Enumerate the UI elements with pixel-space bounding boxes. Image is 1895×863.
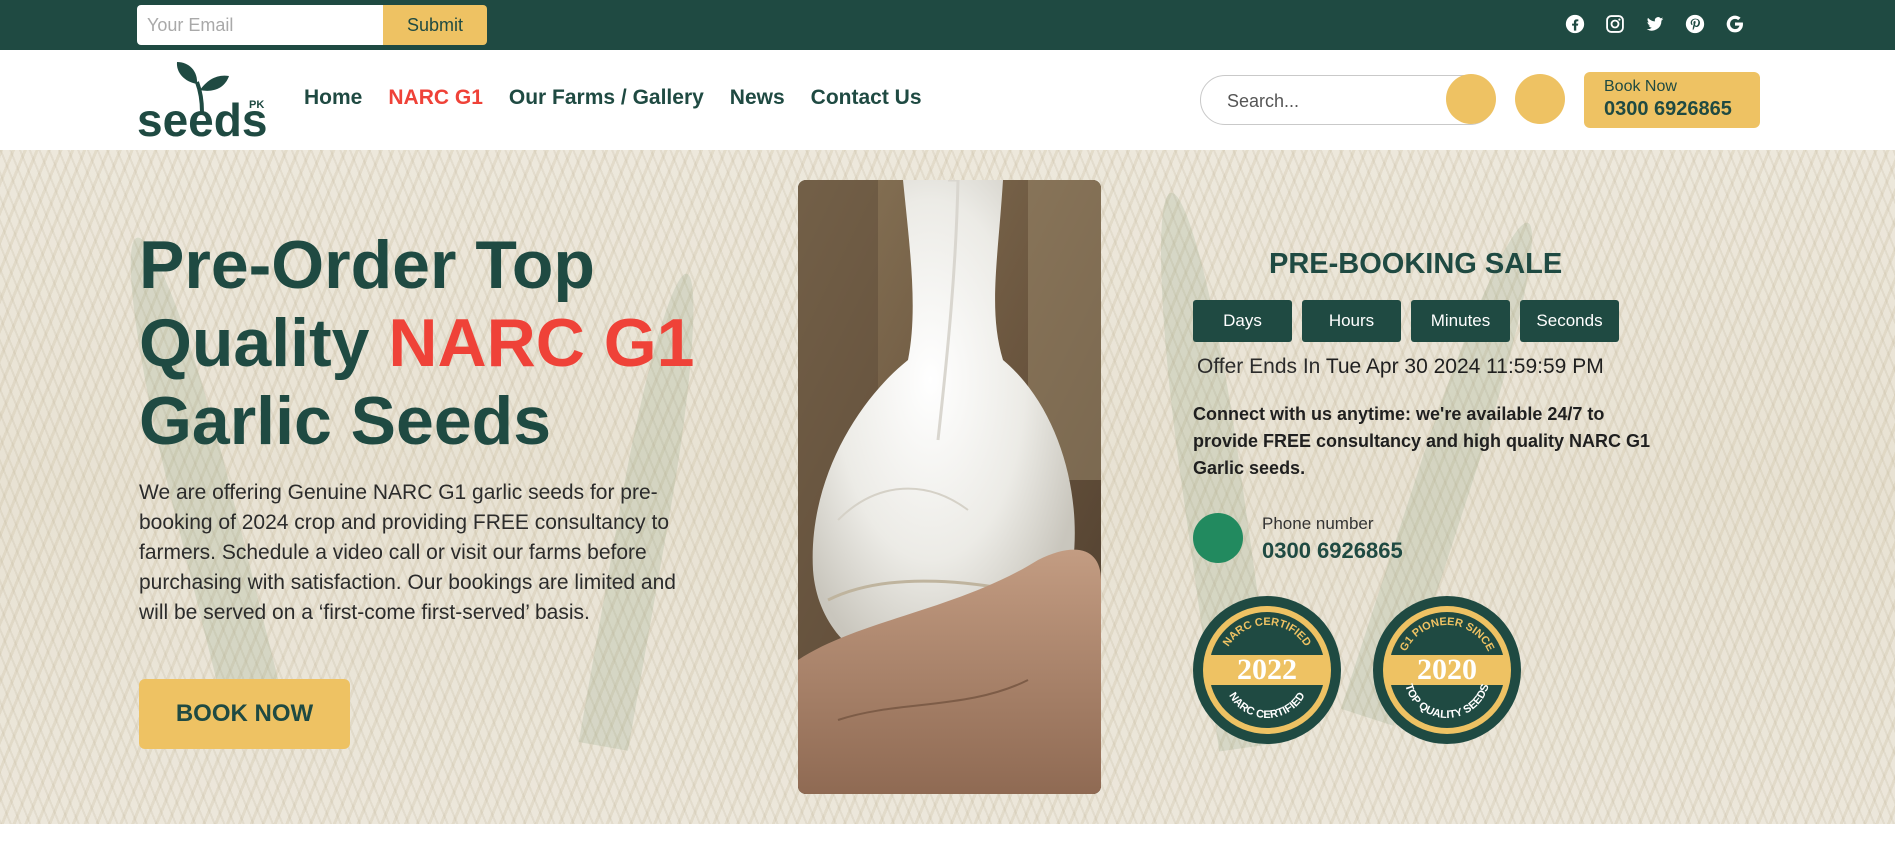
logo-wordmark: seeds	[137, 94, 267, 140]
nav-contact[interactable]: Contact Us	[811, 86, 922, 110]
twitter-icon[interactable]	[1645, 12, 1665, 36]
nav-narc-g1[interactable]: NARC G1	[388, 86, 483, 110]
garlic-photo	[798, 180, 1101, 794]
hero-title: Pre-Order Top Quality NARC G1 Garlic See…	[139, 227, 695, 459]
page-content-start	[0, 824, 1895, 863]
sale-title: PRE-BOOKING SALE	[1269, 248, 1563, 280]
book-now-button[interactable]: BOOK NOW	[139, 679, 350, 749]
countdown-days: Days	[1193, 300, 1292, 342]
narc-certified-badge: NARC CERTIFIED 2022 NARC CERTIFIED	[1192, 595, 1342, 745]
countdown-timer: Days Hours Minutes Seconds	[1193, 300, 1619, 342]
newsletter-form: Submit	[137, 5, 487, 45]
offer-date: Tue Apr 30 2024 11:59:59 PM	[1325, 355, 1604, 378]
header-book-now[interactable]: Book Now 0300 6926865	[1584, 72, 1760, 128]
site-logo[interactable]: seeds PK	[137, 60, 267, 146]
offer-prefix: Offer Ends In	[1197, 355, 1321, 378]
g1-pioneer-badge: G1 PIONEER SINCE 2020 TOP QUALITY SEEDS	[1372, 595, 1522, 745]
countdown-minutes: Minutes	[1411, 300, 1510, 342]
search-input[interactable]	[1227, 88, 1427, 114]
search-button[interactable]	[1446, 74, 1496, 124]
book-now-label: Book Now	[1604, 78, 1677, 95]
logo-sub: PK	[249, 99, 264, 111]
instagram-icon[interactable]	[1605, 12, 1625, 36]
badge1-year: 2022	[1237, 653, 1297, 686]
cart-button[interactable]	[1515, 74, 1565, 124]
google-icon[interactable]	[1725, 12, 1745, 36]
phone-label: Phone number	[1262, 514, 1374, 533]
hero-section: Pre-Order Top Quality NARC G1 Garlic See…	[0, 150, 1895, 824]
facebook-icon[interactable]	[1565, 12, 1585, 36]
connect-text: Connect with us anytime: we're available…	[1193, 404, 1651, 478]
top-bar: Submit	[0, 0, 1895, 50]
phone-number[interactable]: 0300 6926865	[1262, 538, 1403, 564]
pinterest-icon[interactable]	[1685, 12, 1705, 36]
nav-farms-gallery[interactable]: Our Farms / Gallery	[509, 86, 704, 110]
countdown-hours: Hours	[1302, 300, 1401, 342]
hero-title-accent: NARC G1	[388, 305, 695, 381]
main-header: seeds PK Home NARC G1 Our Farms / Galler…	[0, 50, 1895, 150]
submit-button[interactable]: Submit	[383, 5, 487, 45]
phone-icon	[1193, 513, 1243, 563]
badge2-year: 2020	[1417, 653, 1477, 686]
countdown-seconds: Seconds	[1520, 300, 1619, 342]
social-links	[1565, 12, 1745, 36]
offer-end-text: Offer Ends In Tue Apr 30 2024 11:59:59 P…	[1197, 355, 1604, 379]
book-now-phone: 0300 6926865	[1604, 98, 1732, 120]
nav-news[interactable]: News	[730, 86, 785, 110]
email-input[interactable]	[137, 5, 383, 45]
hero-description: We are offering Genuine NARC G1 garlic s…	[139, 481, 676, 624]
nav-home[interactable]: Home	[304, 86, 362, 110]
primary-nav: Home NARC G1 Our Farms / Gallery News Co…	[304, 86, 922, 110]
